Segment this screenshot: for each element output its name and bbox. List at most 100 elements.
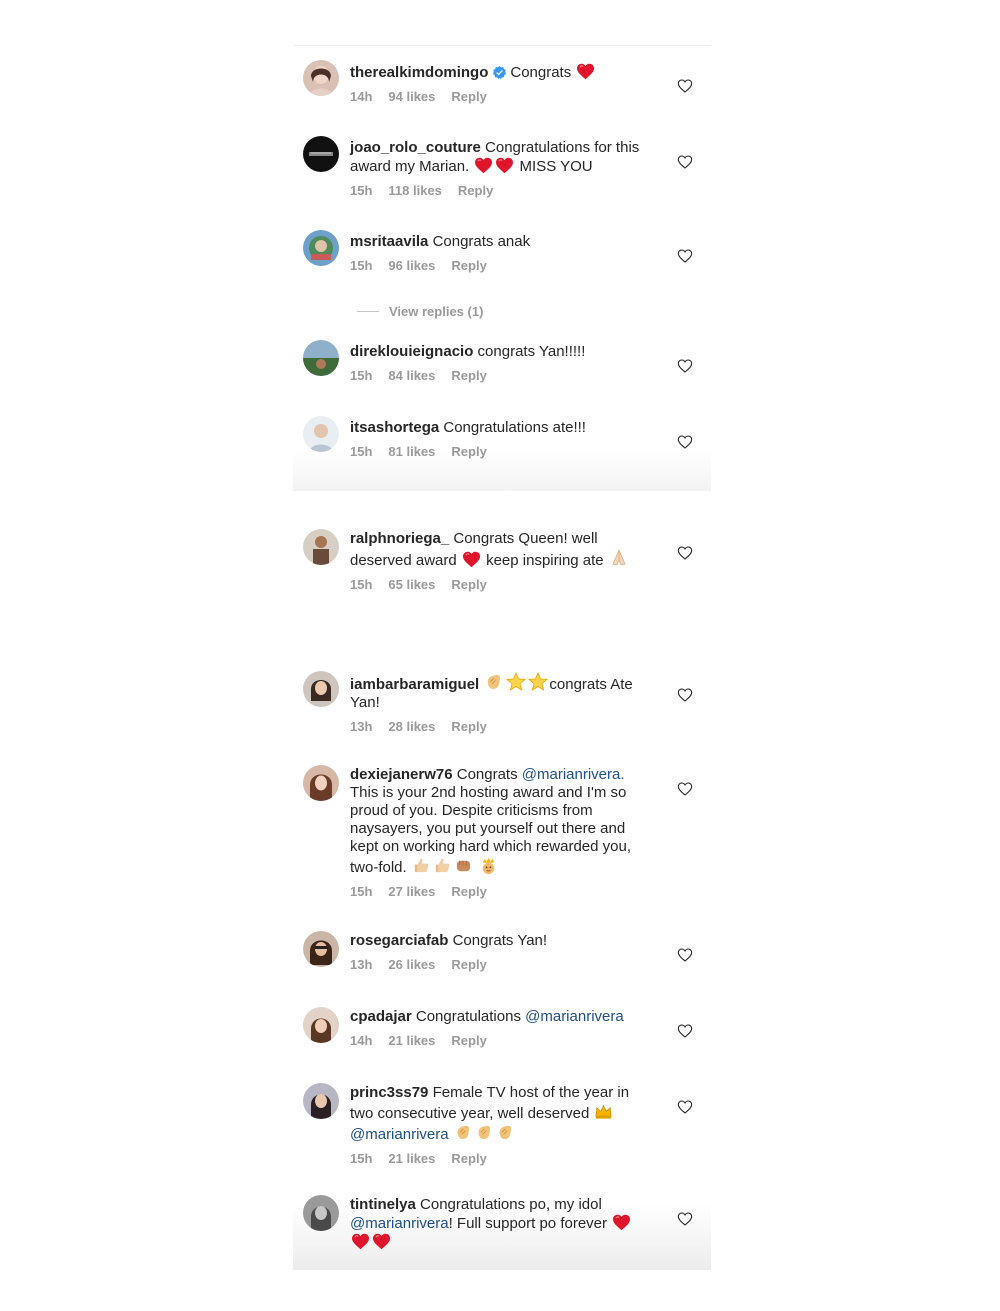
avatar[interactable] — [303, 136, 339, 172]
avatar[interactable] — [303, 1083, 339, 1119]
likes-count[interactable]: 81 likes — [388, 444, 435, 459]
comments-panel-1: therealkimdomingo Congrats 14h 94 likes Rep… — [293, 45, 711, 491]
avatar[interactable] — [303, 671, 339, 707]
reply-button[interactable]: Reply — [451, 719, 486, 734]
username[interactable]: ralphnoriega_ — [350, 530, 449, 547]
crown-icon — [594, 1102, 613, 1121]
like-heart-icon[interactable] — [677, 1023, 693, 1039]
like-heart-icon[interactable] — [677, 248, 693, 264]
like-heart-icon[interactable] — [677, 545, 693, 561]
red-heart-icon — [495, 157, 514, 174]
star-icon — [506, 672, 526, 692]
clapping-hands-icon — [454, 1123, 473, 1142]
reply-button[interactable]: Reply — [451, 1151, 486, 1166]
red-heart-icon — [462, 551, 481, 568]
avatar[interactable] — [303, 1195, 339, 1231]
reply-button[interactable]: Reply — [451, 89, 486, 104]
like-heart-icon[interactable] — [677, 781, 693, 797]
avatar[interactable] — [303, 1007, 339, 1043]
star-icon — [528, 672, 548, 692]
reply-button[interactable]: Reply — [451, 577, 486, 592]
avatar[interactable] — [303, 416, 339, 452]
clapping-hands-icon — [484, 672, 504, 692]
username[interactable]: rosegarciafab — [350, 932, 448, 949]
mention-link[interactable]: @marianrivera — [350, 1215, 449, 1232]
comment-text-2: keep inspiring ate — [486, 552, 604, 569]
mention-link[interactable]: @marianrivera — [350, 1126, 449, 1143]
username[interactable]: msritaavila — [350, 233, 428, 250]
comment-time: 15h — [350, 577, 373, 592]
comment-text: Congratulations po, my idol — [420, 1196, 602, 1213]
view-replies-label: View replies (1) — [389, 304, 484, 319]
comment-text: Congratulations ate!!! — [443, 419, 586, 436]
comment-text: Congrats — [510, 64, 572, 81]
likes-count[interactable]: 21 likes — [388, 1033, 435, 1048]
like-heart-icon[interactable] — [677, 1211, 693, 1227]
username[interactable]: tintinelya — [350, 1196, 416, 1213]
avatar[interactable] — [303, 60, 339, 96]
comment-time: 15h — [350, 884, 373, 899]
divider — [357, 311, 379, 312]
likes-count[interactable]: 118 likes — [388, 183, 442, 198]
comment-time: 15h — [350, 368, 373, 383]
comment-text: congrats Yan!!!!! — [477, 343, 586, 360]
mention-link[interactable]: @marianrivera. — [522, 766, 625, 783]
avatar[interactable] — [303, 765, 339, 801]
comment-text-2: MISS YOU — [519, 158, 593, 175]
username[interactable]: dexiejanerw76 — [350, 766, 453, 783]
likes-count[interactable]: 84 likes — [388, 368, 435, 383]
verified-badge-icon — [493, 66, 507, 79]
likes-count[interactable]: 65 likes — [388, 577, 435, 592]
username[interactable]: cpadajar — [350, 1008, 412, 1025]
reply-button[interactable]: Reply — [451, 258, 486, 273]
username[interactable]: joao_rolo_couture — [350, 139, 481, 156]
red-heart-icon — [474, 157, 493, 174]
username[interactable]: therealkimdomingo — [350, 64, 488, 81]
like-heart-icon[interactable] — [677, 1099, 693, 1115]
reply-button[interactable]: Reply — [458, 183, 493, 198]
princess-icon — [479, 856, 498, 875]
comment-text: Congratulations — [415, 1008, 521, 1025]
comment-time: 14h — [350, 89, 373, 104]
thumbs-up-icon — [433, 856, 452, 875]
avatar[interactable] — [303, 340, 339, 376]
red-heart-icon — [576, 63, 595, 80]
comment-time: 15h — [350, 258, 373, 273]
avatar[interactable] — [303, 529, 339, 565]
reply-button[interactable]: Reply — [451, 368, 486, 383]
username[interactable]: itsashortega — [350, 419, 439, 436]
likes-count[interactable]: 28 likes — [388, 719, 435, 734]
comments-panel-2: ralphnoriega_ Congrats Queen! well deser… — [293, 505, 711, 1270]
reply-button[interactable]: Reply — [451, 1033, 486, 1048]
like-heart-icon[interactable] — [677, 154, 693, 170]
like-heart-icon[interactable] — [677, 687, 693, 703]
comment-text: Congrats anak — [432, 233, 531, 250]
likes-count[interactable]: 21 likes — [388, 1151, 435, 1166]
red-heart-icon — [612, 1214, 631, 1231]
likes-count[interactable]: 27 likes — [388, 884, 435, 899]
username[interactable]: princ3ss79 — [350, 1084, 428, 1101]
view-replies-button[interactable]: View replies (1) — [357, 304, 483, 319]
username[interactable]: iambarbaramiguel — [350, 676, 479, 693]
mention-link[interactable]: @marianrivera — [525, 1008, 624, 1025]
reply-button[interactable]: Reply — [451, 957, 486, 972]
clapping-hands-icon — [475, 1123, 494, 1142]
comment-text: Congrats Yan! — [452, 932, 548, 949]
likes-count[interactable]: 96 likes — [388, 258, 435, 273]
red-heart-icon — [351, 1233, 370, 1250]
comment-time: 14h — [350, 1033, 373, 1048]
fist-bump-icon — [454, 856, 473, 875]
like-heart-icon[interactable] — [677, 358, 693, 374]
like-heart-icon[interactable] — [677, 78, 693, 94]
username[interactable]: direklouieignacio — [350, 343, 473, 360]
comment-time: 13h — [350, 957, 373, 972]
reply-button[interactable]: Reply — [451, 884, 486, 899]
like-heart-icon[interactable] — [677, 434, 693, 450]
like-heart-icon[interactable] — [677, 947, 693, 963]
avatar[interactable] — [303, 931, 339, 967]
reply-button[interactable]: Reply — [451, 444, 486, 459]
likes-count[interactable]: 26 likes — [388, 957, 435, 972]
thumbs-up-icon — [412, 856, 431, 875]
likes-count[interactable]: 94 likes — [388, 89, 435, 104]
avatar[interactable] — [303, 230, 339, 266]
